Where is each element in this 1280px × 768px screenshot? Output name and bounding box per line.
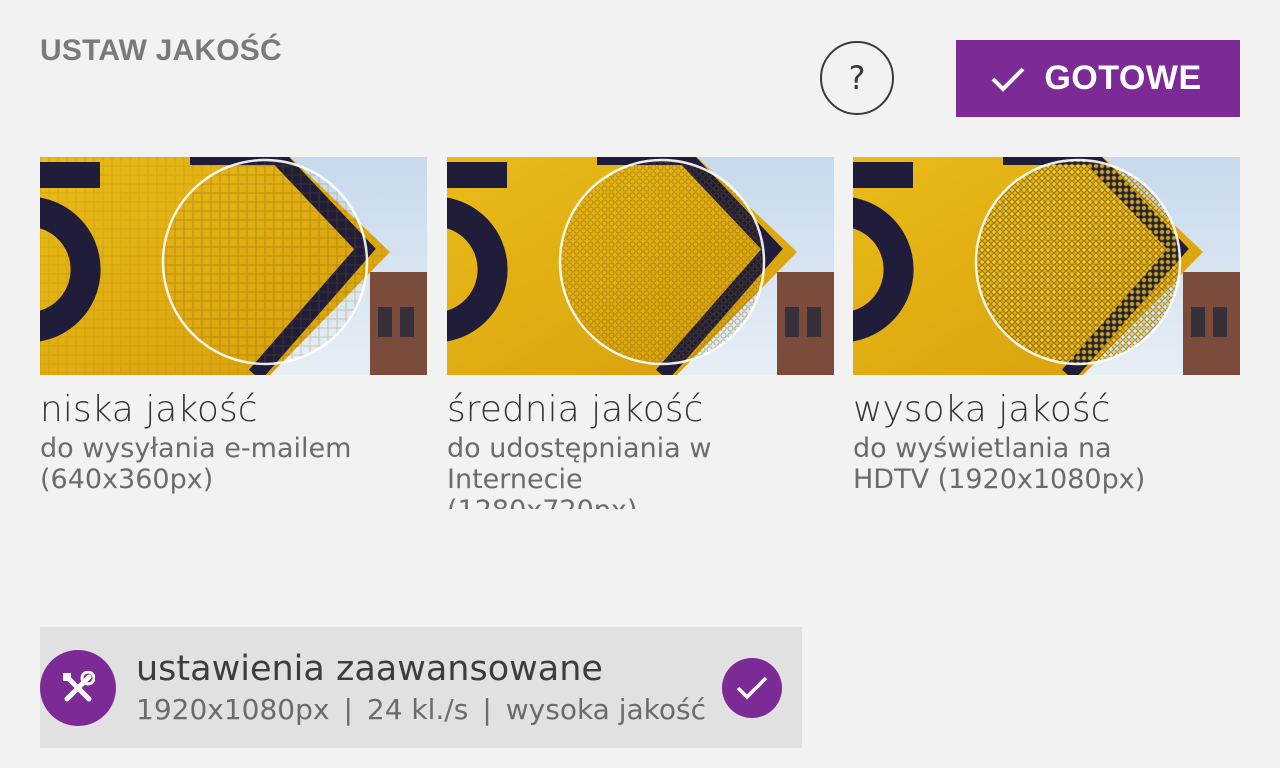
advanced-quality: wysoka jakość bbox=[505, 693, 707, 726]
separator: | bbox=[343, 693, 353, 726]
checkmark-icon[interactable] bbox=[722, 658, 782, 718]
page-title: USTAW JAKOŚĆ bbox=[40, 34, 282, 67]
separator: | bbox=[482, 693, 492, 726]
quality-preview-low bbox=[40, 157, 427, 375]
option-description: do wysyłania e-mailem (640x360px) bbox=[40, 433, 352, 495]
advanced-settings[interactable]: ustawienia zaawansowane 1920x1080px | 24 k… bbox=[40, 627, 802, 748]
option-description: do udostępniania w Internecie (1280x720p… bbox=[447, 433, 712, 509]
option-title: średnia jakość bbox=[447, 389, 704, 430]
done-label: GOTOWE bbox=[1044, 59, 1202, 97]
quality-preview-medium bbox=[447, 157, 834, 375]
quality-option-high[interactable]: wysoka jakość do wyświetlania na HDTV (1… bbox=[853, 157, 1240, 517]
advanced-resolution: 1920x1080px bbox=[136, 693, 330, 726]
done-button[interactable]: GOTOWE bbox=[956, 40, 1240, 117]
option-description: do wyświetlania na HDTV (1920x1080px) bbox=[853, 433, 1146, 495]
advanced-framerate: 24 kl./s bbox=[366, 693, 469, 726]
option-title: wysoka jakość bbox=[853, 389, 1111, 430]
checkmark-icon bbox=[991, 67, 1025, 92]
quality-option-low[interactable]: niska jakość do wysyłania e-mailem (640x… bbox=[40, 157, 427, 517]
advanced-summary: 1920x1080px | 24 kl./s | wysoka jakość bbox=[136, 693, 706, 726]
help-label: ? bbox=[848, 59, 866, 97]
option-title: niska jakość bbox=[40, 389, 258, 430]
advanced-title: ustawienia zaawansowane bbox=[136, 649, 603, 689]
help-button[interactable]: ? bbox=[820, 41, 894, 115]
tools-icon bbox=[40, 650, 116, 726]
quality-option-medium[interactable]: średnia jakość do udostępniania w Intern… bbox=[447, 157, 834, 517]
quality-preview-high bbox=[853, 157, 1240, 375]
